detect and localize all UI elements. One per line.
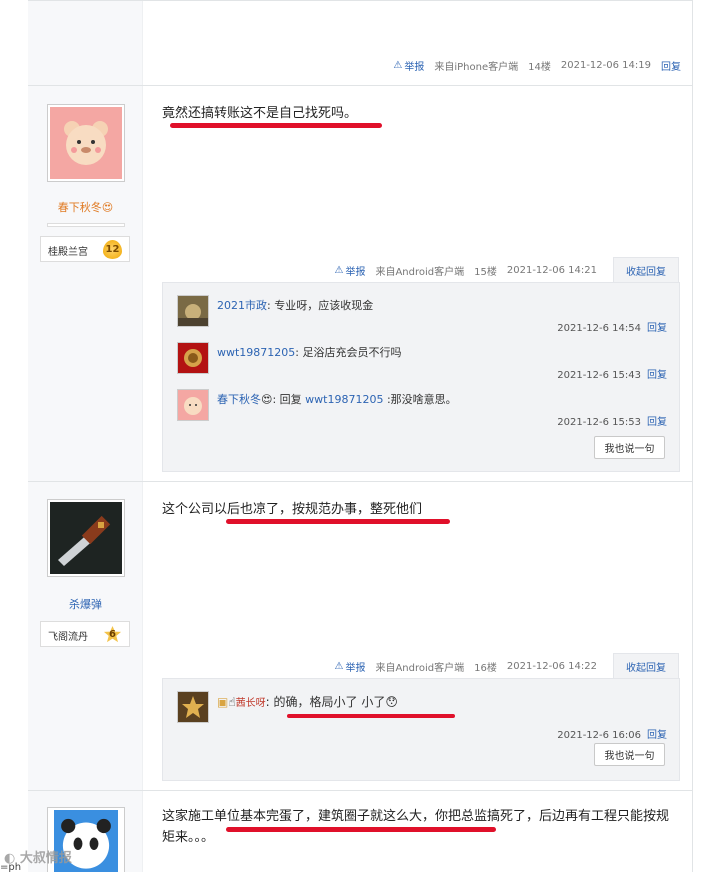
- reply-time: 2021-12-6 15:43: [557, 370, 641, 381]
- lion-avatar-icon: [178, 343, 208, 373]
- emoji-icon: 😍: [101, 201, 114, 214]
- report-link[interactable]: ⚠ 举报: [335, 263, 366, 278]
- reply-item: 春下秋冬😍: 回复 wwt19871205 :那没啥意思。 2021-12-6 …: [177, 389, 667, 428]
- post-time: 2021-12-06 14:21: [506, 264, 597, 276]
- floor-number: 14楼: [528, 62, 551, 73]
- post-14: ⚠ 举报 来自iPhone客户端 14楼 2021-12-06 14:19 回复: [28, 0, 693, 85]
- warning-icon: ⚠: [393, 60, 403, 71]
- post-tail: ⚠ 举报 来自Android客户端 16楼 2021-12-06 14:22 收起…: [335, 653, 679, 679]
- bear-avatar-icon: [178, 390, 208, 420]
- warning-icon: ⚠: [334, 264, 344, 276]
- warning-icon: ⚠: [334, 660, 344, 672]
- reply-username[interactable]: wwt19871205: [217, 346, 295, 359]
- reply-link[interactable]: 回复: [661, 58, 681, 73]
- report-link[interactable]: ⚠ 举报: [393, 58, 424, 73]
- red-underline: [170, 123, 382, 128]
- reply-link[interactable]: 回复: [647, 730, 667, 741]
- post-16: 杀爆弹 飞阁流丹 6 这个公司以后也凉了，按规范办事，整死他们 ⚠ 举报 来自An…: [28, 481, 693, 790]
- reply-text: :那没啥意思。: [383, 393, 457, 406]
- avatar[interactable]: [47, 104, 125, 182]
- reply-item: wwt19871205: 足浴店充会员不行吗 2021-12-6 15:43 回复: [177, 342, 667, 381]
- post-time: 2021-12-06 14:22: [506, 660, 597, 672]
- reply-time: 2021-12-6 15:53: [557, 417, 641, 428]
- avatar[interactable]: [47, 499, 125, 577]
- hand-icon: ☝: [228, 695, 236, 709]
- reply-link[interactable]: 回复: [647, 417, 667, 428]
- reply-item: ▣☝茜长呀: 的确，格局小了 小了😯 2021-12-6 16:06 回复: [177, 691, 667, 741]
- reply-box: 2021市政: 专业呀，应该收现金 2021-12-6 14:54 回复 wwt1…: [162, 282, 680, 472]
- reply-text: : 的确，格局小了 小了: [265, 695, 386, 709]
- exp-bar: [47, 223, 125, 227]
- reply-box: ▣☝茜长呀: 的确，格局小了 小了😯 2021-12-6 16:06 回复 我也说…: [162, 678, 680, 781]
- avatar[interactable]: [177, 691, 209, 723]
- avatar[interactable]: [177, 342, 209, 374]
- red-underline: [226, 519, 450, 524]
- red-underline: [226, 827, 496, 832]
- level-badge[interactable]: 飞阁流丹 6: [40, 621, 130, 647]
- floor-number: 15楼: [474, 266, 497, 278]
- post-tail: ⚠ 举报 来自iPhone客户端 14楼 2021-12-06 14:19 回复: [393, 58, 681, 73]
- say-something-button[interactable]: 我也说一句: [594, 743, 665, 766]
- avatar[interactable]: [177, 295, 209, 327]
- reply-username[interactable]: 茜长呀: [236, 698, 266, 709]
- level-badge[interactable]: 桂殿兰宫 12: [40, 236, 130, 262]
- avatar[interactable]: [177, 389, 209, 421]
- reply-text: : 专业呀，应该收现金: [267, 299, 374, 312]
- emoji-icon: 😯: [385, 695, 398, 709]
- dog-avatar-icon: [178, 296, 208, 326]
- reply-username[interactable]: 2021市政: [217, 299, 267, 312]
- collapse-replies-button[interactable]: 收起回复: [613, 653, 679, 679]
- reply-username[interactable]: 春下秋冬: [217, 393, 261, 406]
- emoji-icon: 😍: [261, 393, 273, 406]
- star-level-icon: 6: [103, 625, 122, 644]
- heart-level-icon: 12: [103, 240, 122, 259]
- username[interactable]: 杀爆弹: [28, 596, 143, 612]
- collapse-replies-button[interactable]: 收起回复: [613, 257, 679, 283]
- post-sidebar: 春下秋冬😍 桂殿兰宫 12: [28, 86, 143, 481]
- red-underline: [287, 714, 455, 718]
- say-something-button[interactable]: 我也说一句: [594, 436, 665, 459]
- client-source: 来自Android客户端: [375, 662, 465, 674]
- corner-text: =ph: [0, 862, 22, 872]
- reply-time: 2021-12-6 16:06: [557, 730, 641, 741]
- reply-text: : 足浴店充会员不行吗: [295, 346, 402, 359]
- reply-time: 2021-12-6 14:54: [557, 323, 641, 334]
- report-link[interactable]: ⚠ 举报: [335, 659, 366, 674]
- reply-word: : 回复: [272, 393, 306, 406]
- reply-link[interactable]: 回复: [647, 323, 667, 334]
- post-sidebar: [28, 1, 143, 85]
- vip-icon: ▣: [217, 695, 229, 709]
- post-sidebar: 杀爆弹 飞阁流丹 6: [28, 482, 143, 790]
- reply-link[interactable]: 回复: [647, 370, 667, 381]
- reply-target-user[interactable]: wwt19871205: [305, 393, 383, 406]
- post-time: 2021-12-06 14:19: [560, 60, 651, 71]
- post-17: 这家施工单位基本完蛋了，建筑圈子就这么大，你把总监搞死了，后边再有工程只能按规矩…: [28, 790, 693, 872]
- reply-item: 2021市政: 专业呀，应该收现金 2021-12-6 14:54 回复: [177, 295, 667, 334]
- bear-avatar-icon: [50, 107, 122, 179]
- username[interactable]: 春下秋冬😍: [28, 199, 143, 215]
- emblem-avatar-icon: [178, 692, 208, 722]
- post-15: 春下秋冬😍 桂殿兰宫 12 竟然还搞转账这不是自己找死吗。 ⚠ 举报 来自Andr…: [28, 85, 693, 481]
- post-tail: ⚠ 举报 来自Android客户端 15楼 2021-12-06 14:21 收起…: [335, 257, 679, 283]
- client-source: 来自iPhone客户端: [434, 62, 519, 73]
- post-content: 竟然还搞转账这不是自己找死吗。: [162, 106, 358, 121]
- knife-avatar-icon: [50, 502, 122, 574]
- client-source: 来自Android客户端: [375, 266, 465, 278]
- floor-number: 16楼: [474, 662, 497, 674]
- post-content: 这个公司以后也凉了，按规范办事，整死他们: [162, 502, 423, 517]
